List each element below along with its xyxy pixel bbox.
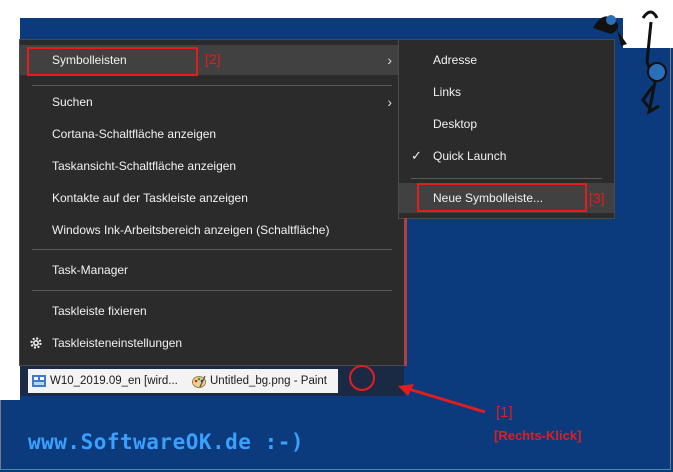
site-watermark: www.SoftwareOK.de :-) [28, 430, 305, 454]
annotation-1-caption: [Rechts-Klick] [494, 428, 582, 443]
annotation-overlay [349, 365, 486, 414]
annotation-1: [1] [496, 404, 513, 421]
